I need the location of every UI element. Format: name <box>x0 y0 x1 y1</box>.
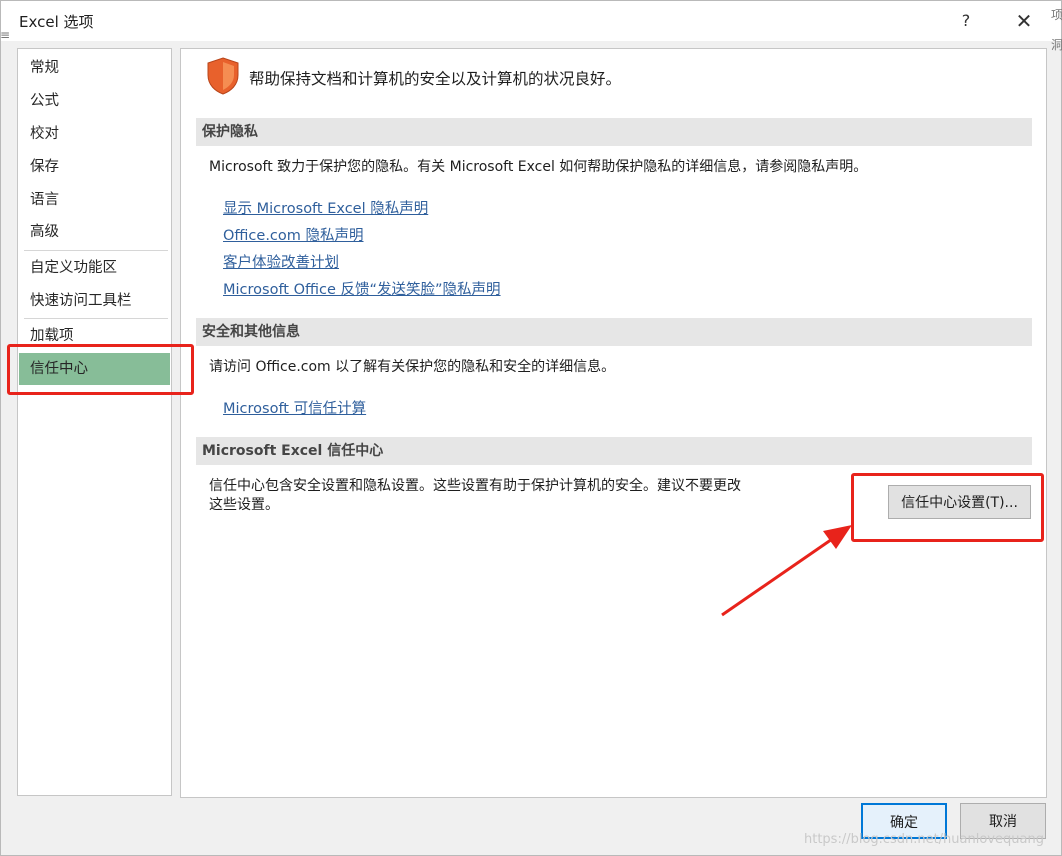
sidebar-item-proofing[interactable]: 校对 <box>19 118 170 150</box>
trust-center-description-line1: 信任中心包含安全设置和隐私设置。这些设置有助于保护计算机的安全。建议不要更改 <box>209 478 741 494</box>
link-send-a-smile-privacy[interactable]: Microsoft Office 反馈“发送笑脸”隐私声明 <box>223 278 501 299</box>
help-button[interactable]: ? <box>951 7 981 35</box>
sidebar-item-save[interactable]: 保存 <box>19 151 170 183</box>
shield-icon <box>207 57 239 95</box>
security-description: 请访问 Office.com 以了解有关保护您的隐私和安全的详细信息。 <box>209 359 616 375</box>
link-office-privacy-statement[interactable]: Office.com 隐私声明 <box>223 224 364 245</box>
window-title: Excel 选项 <box>19 13 94 31</box>
link-excel-privacy-statement[interactable]: 显示 Microsoft Excel 隐私声明 <box>223 197 428 218</box>
excel-options-dialog: Excel 选项 ? ✕ 常规 公式 校对 保存 语言 高级 自定义功能区 快速… <box>0 0 1062 856</box>
section-header-security: 安全和其他信息 <box>196 318 1032 346</box>
sidebar-item-customize-ribbon[interactable]: 自定义功能区 <box>19 252 170 284</box>
sidebar-divider <box>24 318 168 319</box>
sidebar-item-general[interactable]: 常规 <box>19 52 170 84</box>
privacy-description: Microsoft 致力于保护您的隐私。有关 Microsoft Excel 如… <box>209 159 868 175</box>
sidebar-item-language[interactable]: 语言 <box>19 184 170 216</box>
link-trustworthy-computing[interactable]: Microsoft 可信任计算 <box>223 397 366 418</box>
title-bar: Excel 选项 ? ✕ <box>1 1 1061 41</box>
sidebar-item-advanced[interactable]: 高级 <box>19 216 170 248</box>
background-edge-text: 洞 <box>1051 38 1062 52</box>
background-edge-text: 项 <box>1051 8 1062 22</box>
section-header-trust-center: Microsoft Excel 信任中心 <box>196 437 1032 465</box>
sidebar-item-formulas[interactable]: 公式 <box>19 85 170 117</box>
trust-center-description-line2: 这些设置。 <box>209 497 279 513</box>
sidebar-item-quick-access-toolbar[interactable]: 快速访问工具栏 <box>19 285 170 317</box>
page-headline: 帮助保持文档和计算机的安全以及计算机的状况良好。 <box>249 70 622 88</box>
section-header-privacy: 保护隐私 <box>196 118 1032 146</box>
options-sidebar: 常规 公式 校对 保存 语言 高级 自定义功能区 快速访问工具栏 加载项 信任中… <box>17 48 172 796</box>
annotation-highlight-settings-button <box>851 473 1044 542</box>
close-button[interactable]: ✕ <box>1009 7 1039 35</box>
sidebar-divider <box>24 250 168 251</box>
annotation-highlight-trust-center-nav <box>7 344 194 395</box>
watermark-text: https://blog.csdn.net/huanlovequang <box>804 832 1044 847</box>
link-customer-experience-program[interactable]: 客户体验改善计划 <box>223 251 339 272</box>
background-edge-text: ≡ <box>0 28 11 42</box>
